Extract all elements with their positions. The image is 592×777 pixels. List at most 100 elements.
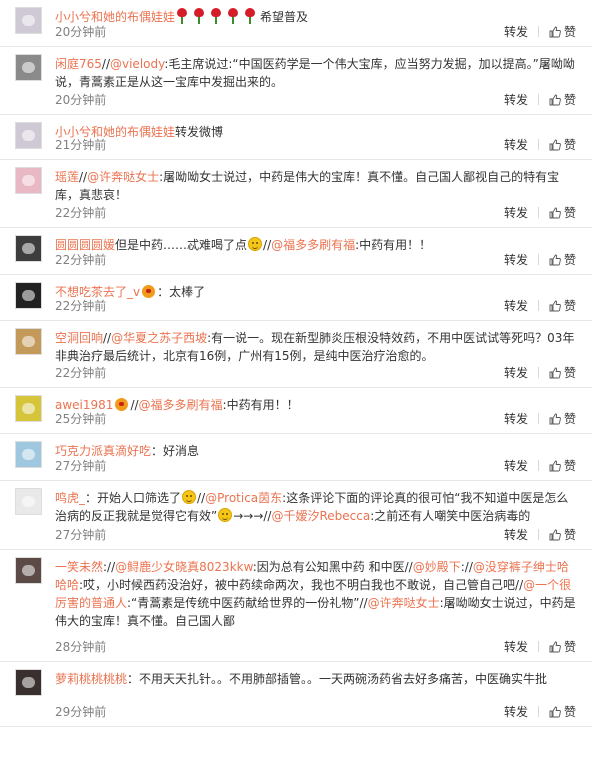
comment-body: 闲庭765//@vielody:毛主席说过:“中国医药学是一个伟大宝库，应当努力… xyxy=(55,55,580,91)
comment-timestamp: 22分钟前 xyxy=(55,253,107,267)
mention-link[interactable]: @vielody xyxy=(110,57,164,71)
like-label: 赞 xyxy=(563,138,576,152)
comment-item: 萝莉桃桃桃桃：不用天天扎针。。不用肺部插管。。一天两碗汤药省去好多痛苦，中医确实… xyxy=(0,662,592,727)
comment-actions: 转发 赞 xyxy=(504,527,576,543)
comment-timestamp: 20分钟前 xyxy=(55,25,107,39)
comment-actions: 转发 赞 xyxy=(504,365,576,381)
action-divider xyxy=(537,460,539,471)
like-button[interactable]: 赞 xyxy=(549,412,576,426)
repost-button[interactable]: 转发 xyxy=(504,206,528,220)
avatar[interactable] xyxy=(15,235,42,262)
mention-link[interactable]: @妙殿下 xyxy=(413,560,461,574)
avatar[interactable] xyxy=(15,282,42,309)
comment-item: 闲庭765//@vielody:毛主席说过:“中国医药学是一个伟大宝库，应当努力… xyxy=(0,47,592,115)
mention-link[interactable]: @许奔哒女士 xyxy=(368,596,440,610)
like-button[interactable]: 赞 xyxy=(549,640,576,654)
avatar[interactable] xyxy=(15,669,42,696)
avatar[interactable] xyxy=(15,122,42,149)
like-button[interactable]: 赞 xyxy=(549,528,576,542)
repost-button[interactable]: 转发 xyxy=(504,412,528,426)
like-label: 赞 xyxy=(563,459,576,473)
repost-button[interactable]: 转发 xyxy=(504,138,528,152)
comment-username[interactable]: 空洞回响 xyxy=(55,331,103,345)
comment-body: 瑶莲//@许奔哒女士:屠呦呦女士说过，中药是伟大的宝库！真不懂。自己国人鄙视自己… xyxy=(55,168,580,204)
comment-text: 希望普及 xyxy=(260,10,309,24)
like-label: 赞 xyxy=(563,25,576,39)
comment-username[interactable]: 瑶莲 xyxy=(55,170,79,184)
action-divider xyxy=(537,641,539,652)
comment-item: 圆圆圆圆媛但是中药……忒难喝了点 //@福多多刷有福:中药有用！！ 22分钟前 转发 赞 xyxy=(0,228,592,275)
repost-button[interactable]: 转发 xyxy=(504,640,528,654)
like-button[interactable]: 赞 xyxy=(549,705,576,719)
repost-button[interactable]: 转发 xyxy=(504,705,528,719)
mention-link[interactable]: @许奔哒女士 xyxy=(87,170,159,184)
action-divider xyxy=(537,300,539,311)
repost-button[interactable]: 转发 xyxy=(504,366,528,380)
comment-timestamp: 22分钟前 xyxy=(55,366,107,380)
like-button[interactable]: 赞 xyxy=(549,138,576,152)
mention-link[interactable]: @华夏之苏子西坡 xyxy=(111,331,207,345)
like-label: 赞 xyxy=(563,299,576,313)
comment-text: // xyxy=(103,331,112,345)
action-divider xyxy=(537,26,539,37)
comment-actions: 转发 赞 xyxy=(504,252,576,268)
smile-emoji-icon xyxy=(248,237,263,251)
avatar[interactable] xyxy=(15,54,42,81)
comment-username[interactable]: 萝莉桃桃桃桃 xyxy=(55,672,127,686)
comment-actions: 转发 赞 xyxy=(504,411,576,427)
comment-username[interactable]: 闲庭765 xyxy=(55,57,102,71)
comment-text: :哎，小时候西药没治好，被中药续命两次，我也不明白我也不敢说，自己管自己吧// xyxy=(79,578,524,592)
like-button[interactable]: 赞 xyxy=(549,299,576,313)
repost-button[interactable]: 转发 xyxy=(504,299,528,313)
comment-body: 鸣虎_：开始人口筛选了//@Protica茵东:这条评论下面的评论真的很可怕“我… xyxy=(55,489,580,525)
avatar[interactable] xyxy=(15,557,42,584)
avatar[interactable] xyxy=(15,328,42,355)
repost-button[interactable]: 转发 xyxy=(504,253,528,267)
comment-actions: 转发 赞 xyxy=(504,92,576,108)
comment-item: 鸣虎_：开始人口筛选了//@Protica茵东:这条评论下面的评论真的很可怕“我… xyxy=(0,481,592,550)
rose-emoji-icon xyxy=(192,8,206,24)
comment-actions: 转发 赞 xyxy=(504,24,576,40)
comment-item: 瑶莲//@许奔哒女士:屠呦呦女士说过，中药是伟大的宝库！真不懂。自己国人鄙视自己… xyxy=(0,160,592,228)
comment-text: // xyxy=(197,491,206,505)
comment-username[interactable]: 巧克力派真滴好吃 xyxy=(55,444,151,458)
comment-timestamp: 29分钟前 xyxy=(55,705,107,719)
rose-emoji-icon xyxy=(175,8,189,24)
repost-button[interactable]: 转发 xyxy=(504,459,528,473)
like-button[interactable]: 赞 xyxy=(549,459,576,473)
member-badge-icon xyxy=(142,285,157,298)
thumbs-up-icon xyxy=(549,413,561,425)
mention-link[interactable]: @福多多刷有福 xyxy=(139,398,223,412)
like-button[interactable]: 赞 xyxy=(549,93,576,107)
mention-link[interactable]: @千嫒汐Rebecca xyxy=(271,509,370,523)
comment-timestamp: 22分钟前 xyxy=(55,206,107,220)
avatar[interactable] xyxy=(15,441,42,468)
repost-button[interactable]: 转发 xyxy=(504,25,528,39)
comment-username[interactable]: 一笑未然 xyxy=(55,560,103,574)
comment-username[interactable]: 鸣虎_ xyxy=(55,491,85,505)
avatar[interactable] xyxy=(15,7,42,34)
comment-body: 空洞回响//@华夏之苏子西坡:有一说一。现在新型肺炎压根没特效药，不用中医试试等… xyxy=(55,329,580,365)
comment-username[interactable]: 不想吃茶去了_v xyxy=(55,285,140,299)
like-button[interactable]: 赞 xyxy=(549,366,576,380)
comment-username[interactable]: 小小兮和她的布偶娃娃 xyxy=(55,10,175,24)
like-button[interactable]: 赞 xyxy=(549,253,576,267)
comment-username[interactable]: awei1981 xyxy=(55,398,113,412)
avatar[interactable] xyxy=(15,167,42,194)
repost-button[interactable]: 转发 xyxy=(504,93,528,107)
like-label: 赞 xyxy=(563,93,576,107)
comment-body: 不想吃茶去了_v ：太棒了 xyxy=(55,283,580,301)
like-button[interactable]: 赞 xyxy=(549,25,576,39)
mention-link[interactable]: @Protica茵东 xyxy=(205,491,282,505)
comment-username[interactable]: 圆圆圆圆媛 xyxy=(55,238,115,252)
avatar[interactable] xyxy=(15,488,42,515)
rose-emoji-icon xyxy=(243,8,257,24)
like-button[interactable]: 赞 xyxy=(549,206,576,220)
comment-text: :之前还有人嘲笑中医治病毒的 xyxy=(370,509,531,523)
comment-text: // xyxy=(101,57,110,71)
thumbs-up-icon xyxy=(549,207,561,219)
avatar[interactable] xyxy=(15,395,42,422)
repost-button[interactable]: 转发 xyxy=(504,528,528,542)
mention-link[interactable]: @福多多刷有福 xyxy=(271,238,355,252)
mention-link[interactable]: @鲟鹿少女晓真8023kkw xyxy=(115,560,253,574)
